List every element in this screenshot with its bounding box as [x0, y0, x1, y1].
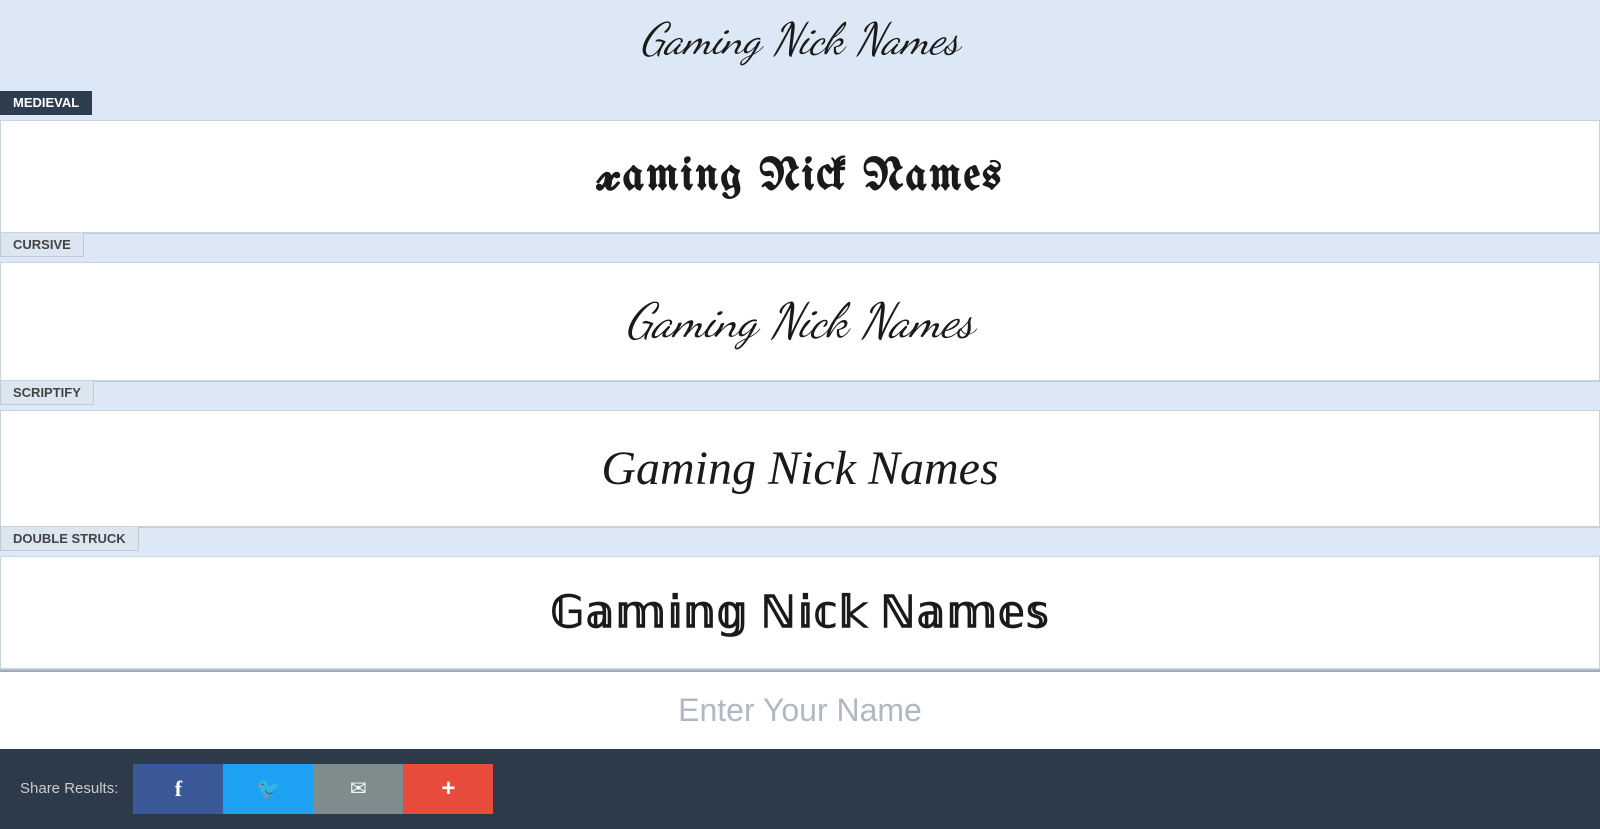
- partial-top-section: Gaming Nick Names: [0, 0, 1600, 92]
- more-share-button[interactable]: +: [403, 764, 493, 814]
- cursive-text: Gaming Nick Names: [626, 293, 974, 350]
- partial-text: Gaming Nick Names: [640, 14, 959, 66]
- medieval-display[interactable]: 𝔁aming Nick Names: [0, 120, 1600, 233]
- plus-icon: +: [441, 775, 455, 803]
- scriptify-label: SCRIPTIFY: [0, 381, 94, 405]
- name-input[interactable]: [0, 672, 1600, 749]
- double-struck-label: DOUBLE STRUCK: [0, 527, 139, 551]
- share-label: Share Results:: [20, 780, 118, 797]
- cursive-label: CURSIVE: [0, 233, 84, 257]
- double-struck-section: DOUBLE STRUCK 𝔾𝕒𝕞𝕚𝕟𝕘 ℕ𝕚𝕔𝕜 ℕ𝕒𝕞𝕖𝕤: [0, 528, 1600, 670]
- email-share-button[interactable]: ✉: [313, 764, 403, 814]
- share-buttons: f 🐦 ✉ +: [133, 764, 493, 814]
- medieval-text: 𝔁aming Nick Names: [597, 153, 1004, 201]
- medieval-label: MEDIEVAL: [0, 91, 92, 115]
- scriptify-section: SCRIPTIFY Gaming Nick Names: [0, 382, 1600, 528]
- double-struck-text: 𝔾𝕒𝕞𝕚𝕟𝕘 ℕ𝕚𝕔𝕜 ℕ𝕒𝕞𝕖𝕤: [550, 588, 1050, 637]
- input-area: [0, 670, 1600, 749]
- partial-display: Gaming Nick Names: [0, 0, 1600, 92]
- twitter-share-button[interactable]: 🐦: [223, 764, 313, 814]
- email-icon: ✉: [350, 776, 367, 801]
- double-struck-display[interactable]: 𝔾𝕒𝕞𝕚𝕟𝕘 ℕ𝕚𝕔𝕜 ℕ𝕒𝕞𝕖𝕤: [0, 556, 1600, 669]
- cursive-section: CURSIVE Gaming Nick Names: [0, 234, 1600, 382]
- facebook-share-button[interactable]: f: [133, 764, 223, 814]
- scriptify-display[interactable]: Gaming Nick Names: [0, 410, 1600, 527]
- cursive-display[interactable]: Gaming Nick Names: [0, 262, 1600, 381]
- medieval-section: MEDIEVAL 𝔁aming Nick Names: [0, 92, 1600, 234]
- share-bar: Share Results: f 🐦 ✉ +: [0, 749, 1600, 829]
- scriptify-text: Gaming Nick Names: [601, 442, 998, 495]
- twitter-icon: 🐦: [256, 776, 281, 801]
- facebook-icon: f: [175, 776, 182, 802]
